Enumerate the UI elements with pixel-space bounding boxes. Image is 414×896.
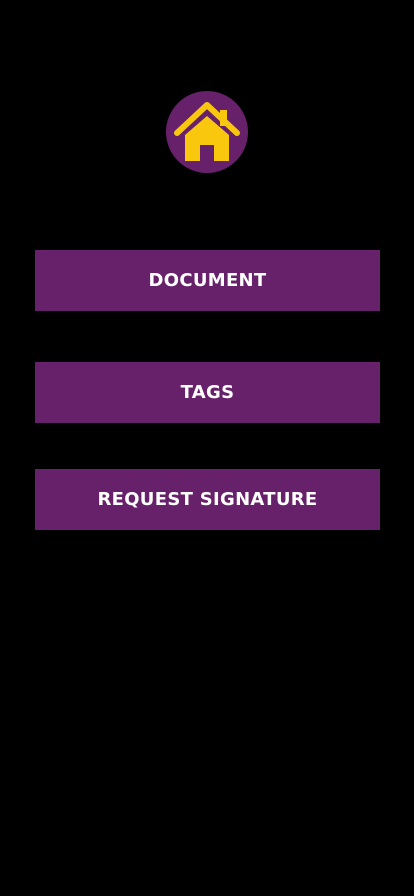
home-icon xyxy=(174,102,240,161)
home-logo[interactable] xyxy=(166,91,248,173)
document-button[interactable]: DOCUMENT xyxy=(35,250,380,311)
request-signature-button[interactable]: REQUEST SIGNATURE xyxy=(35,469,380,530)
tags-button[interactable]: TAGS xyxy=(35,362,380,423)
